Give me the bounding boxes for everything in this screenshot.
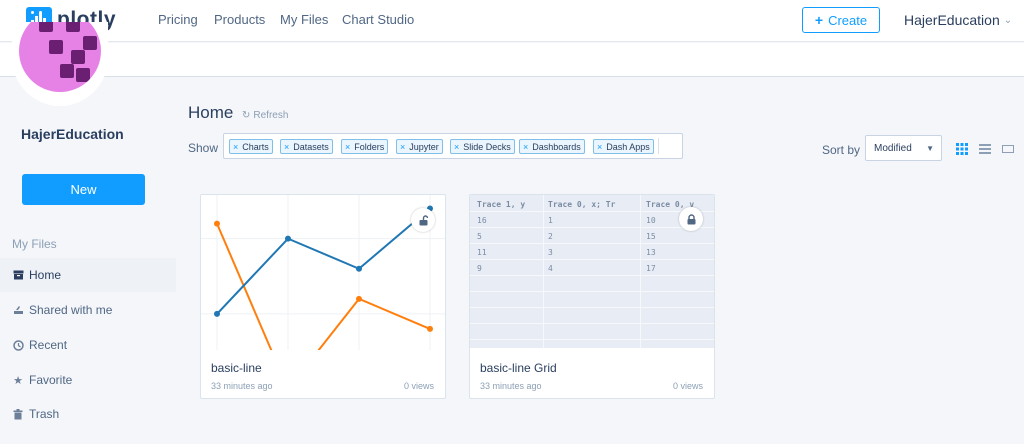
create-label: Create [828,12,868,28]
series-point [356,265,362,272]
grid-cell: 3 [548,248,553,257]
new-button[interactable]: New [22,174,145,205]
grid-cell: 2 [548,232,553,241]
user-menu-name: HajerEducation [904,12,1000,28]
line-chart-thumbnail [201,195,445,350]
top-nav: plotly Pricing Products My Files Chart S… [0,0,1024,42]
remove-icon[interactable]: × [454,142,459,152]
series-point [214,310,220,317]
sidebar-item-shared[interactable]: Shared with me [0,293,176,327]
filter-chip-charts: × Charts [229,139,273,154]
avatar [12,22,108,106]
list-view-icon[interactable] [979,142,991,154]
file-card-basic-line[interactable]: basic-line 33 minutes ago 0 views [200,194,446,399]
grid-cell: 5 [477,232,482,241]
nav-my-files[interactable]: My Files [280,12,328,27]
grid-header-cell: Trace 1, y [477,200,526,209]
sidebar-item-recent[interactable]: Recent [0,328,176,362]
grid-cell: 17 [646,264,656,273]
nav-chart-studio[interactable]: Chart Studio [342,12,414,27]
series-point [356,295,362,302]
series-point [427,325,433,332]
sort-by-label: Sort by [822,143,861,157]
filter-chip-jupyter: × Jupyter [396,139,443,154]
card-views: 0 views [672,381,703,391]
sidebar-item-label: Shared with me [29,303,113,317]
chevron-down-icon: ⌄ [1003,14,1013,26]
grid-cell: 1 [548,216,553,225]
grid-cell: 13 [646,248,656,257]
clock-icon [12,339,24,351]
remove-icon[interactable]: × [597,142,602,152]
card-view-icon[interactable] [1002,142,1014,154]
profile-band [0,43,1024,77]
caret-down-icon: ▼ [926,144,934,153]
series-point [285,235,291,242]
grid-view-icon[interactable] [956,142,968,155]
remove-icon[interactable]: × [284,142,289,152]
profile-username: HajerEducation [21,126,124,142]
plus-icon: + [814,12,824,28]
sidebar-item-favorite[interactable]: ★ Favorite [0,363,176,397]
filter-chip-folders: × Folders [341,139,389,154]
sidebar-item-home[interactable]: Home [0,258,176,292]
inbox-icon [12,269,24,281]
sidebar-item-label: Home [29,268,62,282]
grid-cell: 16 [477,216,487,225]
remove-icon[interactable]: × [523,142,528,152]
remove-icon[interactable]: × [233,142,238,152]
grid-header-cell: Trace 0, x; Tr [548,200,616,209]
sidebar-item-label: Favorite [29,373,73,387]
show-label: Show [188,141,219,155]
sort-value: Modified [874,142,912,154]
sidebar-item-label: Recent [29,338,68,352]
series-line [216,223,431,350]
card-views: 0 views [403,381,434,391]
card-title[interactable]: basic-line Grid [480,361,557,375]
refresh-icon: ↻ [242,110,251,121]
grid-cell: 10 [646,216,656,225]
grid-cell: 4 [548,264,553,273]
grid-cell: 11 [477,248,487,257]
page-title: Home [188,103,234,122]
filter-chip-dash-apps: × Dash Apps [593,139,654,154]
sort-select[interactable]: Modified ▼ [865,135,942,161]
my-files-heading: My Files [12,237,57,251]
filter-chip-dashboards: × Dashboards [519,139,585,154]
star-icon: ★ [13,374,23,387]
shared-icon [12,304,24,316]
card-title[interactable]: basic-line [211,361,262,375]
grid-cell: 9 [477,264,482,273]
lock-icon[interactable] [679,207,703,231]
filter-divider [658,138,659,154]
card-timestamp: 33 minutes ago [480,381,542,391]
refresh-button[interactable]: ↻ Refresh [242,110,288,121]
grid-cell: 15 [646,232,656,241]
filter-chip-datasets: × Datasets [280,139,333,154]
trash-icon [12,408,24,420]
filter-select[interactable]: × Charts × Datasets × Folders × Jupyter × Sli… [223,133,894,159]
create-button[interactable]: + Create [802,7,880,33]
nav-products[interactable]: Products [214,12,265,27]
remove-icon[interactable]: × [400,142,405,152]
refresh-label: Refresh [253,110,289,121]
sidebar-item-label: Trash [29,407,60,421]
series-point [214,220,220,227]
unlock-icon[interactable] [411,208,435,232]
file-card-basic-line-grid[interactable]: Trace 1, y Trace 0, x; Tr Trace 0, v 16 … [469,194,715,399]
sidebar-item-trash[interactable]: Trash [0,397,176,431]
filter-chip-slide-decks: × Slide Decks [450,139,515,154]
nav-pricing[interactable]: Pricing [158,12,198,27]
user-menu[interactable]: HajerEducation ⌄ [904,12,1012,28]
remove-icon[interactable]: × [345,142,350,152]
card-timestamp: 33 minutes ago [211,381,273,391]
